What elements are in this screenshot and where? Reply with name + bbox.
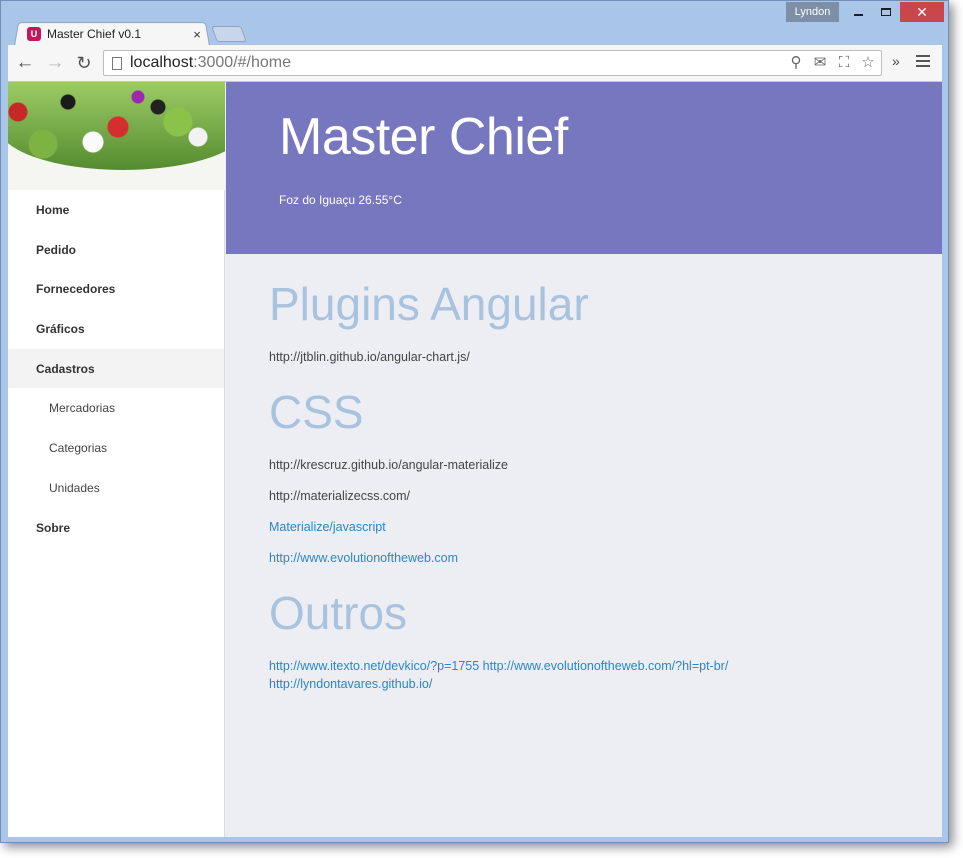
- new-tab-button[interactable]: [211, 26, 247, 42]
- sidebar-subitem-categorias[interactable]: Categorias: [8, 428, 224, 468]
- sidebar-subitem-mercadorias[interactable]: Mercadorias: [8, 388, 224, 428]
- plugins-link-text: http://jtblin.github.io/angular-chart.js…: [269, 350, 470, 364]
- main-content: Master Chief Foz do Iguaçu 26.55°C Plugi…: [226, 82, 942, 837]
- tab-favicon-icon: U: [27, 27, 41, 41]
- sidebar-item-home[interactable]: Home: [8, 190, 224, 230]
- maximize-icon: [881, 8, 891, 16]
- title-bar: Lyndon ✕ U Master Chief v0.1 ×: [1, 1, 948, 46]
- address-bar[interactable]: localhost:3000/#/home ⚲ ✉ ⛶ ☆: [103, 50, 882, 76]
- browser-toolbar: ← → ↻ localhost:3000/#/home ⚲ ✉ ⛶ ☆ »: [8, 45, 942, 82]
- section-title-plugins: Plugins Angular: [269, 278, 589, 330]
- section-title-outros: Outros: [269, 587, 408, 639]
- sidebar-item-pedido[interactable]: Pedido: [8, 230, 224, 270]
- omnibox-icons: ⚲ ✉ ⛶ ☆: [787, 53, 877, 73]
- minimize-icon: [853, 14, 863, 16]
- tab-content: U Master Chief v0.1 ×: [23, 22, 209, 46]
- mail-icon[interactable]: ✉: [811, 53, 829, 73]
- sidebar-item-fornecedores[interactable]: Fornecedores: [8, 269, 224, 309]
- page-title: Master Chief: [279, 108, 568, 166]
- css-link-text-1: http://krescruz.github.io/angular-materi…: [269, 458, 509, 472]
- url-path: :3000/#/home: [193, 54, 292, 71]
- css-link-materialize-js[interactable]: Materialize/javascript: [269, 520, 942, 534]
- sidebar-subitem-unidades[interactable]: Unidades: [8, 468, 224, 508]
- page-icon: [112, 56, 122, 70]
- url-host: localhost: [130, 54, 194, 71]
- reload-icon[interactable]: ↻: [73, 52, 95, 74]
- tab-title: Master Chief v0.1: [47, 27, 142, 41]
- extensions-chevron-icon[interactable]: »: [892, 53, 900, 69]
- minimize-button[interactable]: [844, 2, 872, 22]
- close-icon: ✕: [916, 3, 928, 20]
- zoom-icon[interactable]: ⚲: [787, 53, 805, 73]
- salad-shape: [8, 82, 225, 170]
- back-arrow-icon[interactable]: ←: [14, 52, 36, 74]
- sidebar-nav: Home Pedido Fornecedores Gráficos Cadast…: [8, 190, 224, 547]
- page-header: Master Chief Foz do Iguaçu 26.55°C: [226, 82, 942, 254]
- css-link-evolution[interactable]: http://www.evolutionoftheweb.com: [269, 551, 942, 565]
- translate-icon[interactable]: ⛶: [835, 53, 853, 73]
- close-window-button[interactable]: ✕: [900, 2, 944, 22]
- outros-links-line-2[interactable]: http://lyndontavares.github.io/: [269, 677, 942, 691]
- css-link-text-2: http://materializecss.com/: [269, 489, 411, 503]
- forward-arrow-icon[interactable]: →: [44, 52, 66, 74]
- sidebar-item-sobre[interactable]: Sobre: [8, 508, 224, 548]
- sidebar: Home Pedido Fornecedores Gráficos Cadast…: [8, 82, 225, 837]
- sidebar-item-cadastros[interactable]: Cadastros: [8, 348, 224, 389]
- sidebar-item-graficos[interactable]: Gráficos: [8, 309, 224, 349]
- tab-close-icon[interactable]: ×: [189, 27, 205, 42]
- section-title-css: CSS: [269, 386, 364, 438]
- maximize-button[interactable]: [872, 2, 900, 22]
- outros-links-line-1[interactable]: http://www.itexto.net/devkico/?p=1755 ht…: [269, 659, 942, 673]
- content-body: Plugins Angular http://jtblin.github.io/…: [226, 278, 942, 691]
- browser-window: Lyndon ✕ U Master Chief v0.1 × ← → ↻ loc…: [0, 0, 949, 843]
- weather-text: Foz do Iguaçu 26.55°C: [279, 193, 402, 207]
- salad-image: [8, 82, 225, 190]
- profile-button[interactable]: Lyndon: [786, 2, 839, 22]
- star-icon[interactable]: ☆: [859, 53, 877, 73]
- menu-icon[interactable]: [916, 55, 930, 70]
- page-viewport: Home Pedido Fornecedores Gráficos Cadast…: [8, 82, 942, 837]
